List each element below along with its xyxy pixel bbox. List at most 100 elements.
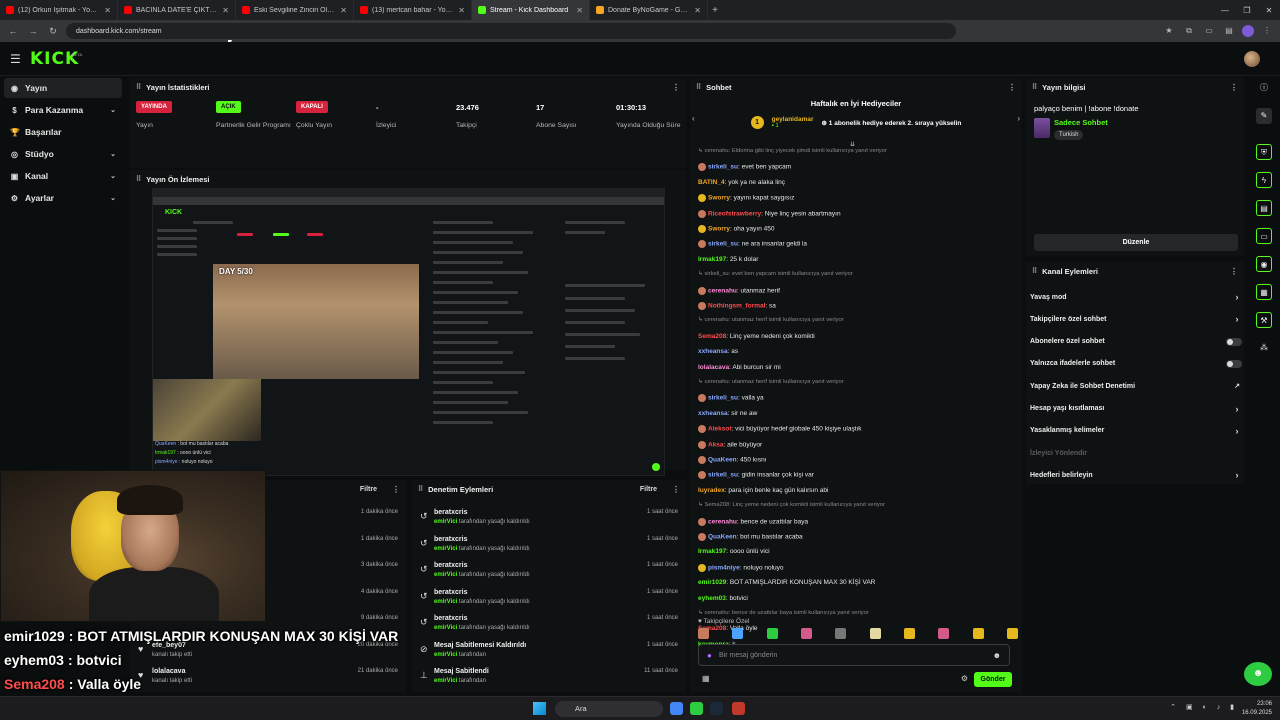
chat-message[interactable]: Sworry: oha yayın 450 bbox=[698, 225, 775, 233]
chat-username[interactable]: luyradex bbox=[698, 487, 725, 494]
forward-icon[interactable]: → bbox=[26, 26, 40, 36]
chat-message[interactable]: Sworry: yayını kapat saygısız bbox=[698, 194, 794, 203]
filter-button[interactable]: Filtre bbox=[360, 486, 377, 493]
emote-icon[interactable] bbox=[800, 628, 812, 639]
drag-handle-icon[interactable]: ⠿ bbox=[418, 485, 423, 493]
chrome-icon[interactable] bbox=[670, 702, 683, 715]
taskbar-clock[interactable]: 23:06 16.09.2025 bbox=[1242, 700, 1272, 718]
chat-username[interactable]: BATIN_4 bbox=[698, 179, 725, 186]
channel-action-row[interactable]: Takipçilere özel sohbet › bbox=[1030, 308, 1242, 330]
info-icon[interactable]: ⓘ bbox=[1256, 80, 1272, 96]
chat-username[interactable]: xxheansa bbox=[698, 410, 728, 417]
chat-message[interactable]: BATIN_4: yok ya ne alaka linç bbox=[698, 179, 785, 186]
chat-icon[interactable]: ▭ bbox=[1256, 228, 1272, 244]
chat-message[interactable]: sirkeli_su: ne ara insanlar geldi la bbox=[698, 240, 807, 249]
chat-message[interactable]: QuaKeen: 450 kısnı bbox=[698, 456, 767, 464]
tab-close-icon[interactable]: ✕ bbox=[458, 6, 465, 15]
sidebar-item[interactable]: 🏆 Başarılar bbox=[4, 122, 122, 142]
chat-username[interactable]: Irmak197 bbox=[698, 548, 726, 555]
shield-icon[interactable]: ⛨ bbox=[1256, 144, 1272, 160]
chat-message[interactable]: cerenahu: utanmaz herif bbox=[698, 286, 780, 295]
chat-message[interactable]: QuaKeen: bot mu bastılar acaba bbox=[698, 533, 803, 541]
moderated-user[interactable]: beratxcris bbox=[434, 509, 467, 516]
chat-username[interactable]: Sworry bbox=[708, 195, 730, 202]
chat-username[interactable]: Sworry bbox=[708, 226, 730, 233]
chat-message[interactable]: Sema208: Linç yeme nedeni çok komikti bbox=[698, 333, 815, 340]
tab-close-icon[interactable]: ✕ bbox=[694, 6, 701, 15]
emote-icon[interactable] bbox=[938, 628, 950, 639]
chat-message[interactable]: sirkeli_su: gidin insanlar çok kişi var bbox=[698, 471, 814, 480]
sidebar-item[interactable]: $ Para Kazanma ⌄ bbox=[4, 100, 122, 120]
channel-action-row[interactable]: Yalnızca ifadelerle sohbet bbox=[1030, 353, 1242, 375]
support-chat-icon[interactable]: ☻ bbox=[1244, 662, 1272, 686]
tab-close-icon[interactable]: ✕ bbox=[104, 6, 111, 15]
bookmark-star-icon[interactable]: ★ bbox=[1162, 24, 1176, 38]
chat-username[interactable]: emir1029 bbox=[698, 579, 726, 586]
pinned-icon[interactable]: ⇊ bbox=[850, 141, 855, 148]
moderated-user[interactable]: beratxcris bbox=[434, 562, 467, 569]
profile-avatar[interactable] bbox=[1242, 25, 1254, 37]
chat-message-input[interactable]: ● Bir mesaj gönderin ☻ bbox=[698, 644, 1010, 666]
chat-message[interactable]: lolalacava: Abi burcun sir mi bbox=[698, 364, 781, 371]
channel-action-row[interactable]: Hesap yaşı kısıtlaması › bbox=[1030, 398, 1242, 420]
chat-username[interactable]: Aleksot bbox=[708, 426, 731, 433]
moderator-name[interactable]: emirVici bbox=[434, 625, 457, 631]
stream-preview-video[interactable]: KICK DAY 5/30 QuaKeen: bot mu bastılar … bbox=[152, 188, 665, 476]
chat-username[interactable]: Irmak197 bbox=[698, 256, 726, 263]
moderator-name[interactable]: emirVici bbox=[434, 599, 457, 605]
user-avatar[interactable] bbox=[1244, 51, 1260, 67]
toggle-switch[interactable] bbox=[1226, 337, 1242, 346]
chat-message[interactable]: sirkeli_su: valla ya bbox=[698, 394, 764, 403]
emote-icon[interactable] bbox=[903, 628, 915, 639]
chat-username[interactable]: lolalacava bbox=[698, 364, 729, 371]
chat-settings-icon[interactable]: ⚙ bbox=[961, 674, 968, 683]
emote-icon[interactable] bbox=[766, 628, 778, 639]
chevron-right-icon[interactable]: › bbox=[1017, 114, 1020, 123]
taskbar-search[interactable]: Ara bbox=[555, 701, 663, 717]
chat-message[interactable]: pism4niye: noluyo noluyo bbox=[698, 563, 784, 572]
browser-tab[interactable]: Stream - Kick Dashboard ✕ bbox=[472, 0, 590, 20]
chevron-left-icon[interactable]: ‹ bbox=[692, 114, 695, 123]
edit-icon[interactable]: ✎ bbox=[1256, 108, 1272, 124]
chat-username[interactable]: cerenahu bbox=[708, 287, 737, 294]
drag-handle-icon[interactable]: ⠿ bbox=[136, 175, 141, 183]
tab-close-icon[interactable]: ✕ bbox=[340, 6, 347, 15]
moderator-name[interactable]: emirVici bbox=[434, 652, 457, 658]
chat-username[interactable]: pism4niye bbox=[708, 565, 740, 572]
chat-message[interactable]: Irmak197: 25 k dolar bbox=[698, 256, 758, 263]
emote-icon[interactable] bbox=[972, 628, 984, 639]
browser-tab[interactable]: (12) Orkun Işıtmak - YouTube ✕ bbox=[0, 0, 118, 20]
moderated-user[interactable]: beratxcris bbox=[434, 589, 467, 596]
xbox-icon[interactable] bbox=[690, 702, 703, 715]
mic-icon[interactable]: ● bbox=[707, 651, 712, 660]
panel-menu-icon[interactable]: ⋮ bbox=[1230, 83, 1238, 92]
chat-username[interactable]: sirkeli_su bbox=[708, 164, 738, 171]
chat-username[interactable]: Sema208 bbox=[698, 333, 726, 340]
tab-close-icon[interactable]: ✕ bbox=[222, 6, 229, 15]
chat-message[interactable]: xxheansa: sir ne aw bbox=[698, 410, 757, 417]
document-icon[interactable]: ▤ bbox=[1256, 200, 1272, 216]
obs-icon[interactable] bbox=[732, 702, 745, 715]
channel-action-row[interactable]: Yavaş mod › bbox=[1030, 286, 1242, 308]
panel-menu-icon[interactable]: ⋮ bbox=[672, 485, 680, 494]
menu-kebab-icon[interactable]: ⋮ bbox=[1260, 24, 1274, 38]
chat-message[interactable]: sirkeli_su: evet ben yapcam bbox=[698, 163, 791, 172]
emote-icon[interactable] bbox=[698, 628, 709, 639]
toggle-switch[interactable] bbox=[1226, 359, 1242, 368]
edit-button[interactable]: Düzenle bbox=[1034, 234, 1238, 251]
chat-message[interactable]: eyhem03: botvici bbox=[698, 595, 748, 602]
filter-button[interactable]: Filtre bbox=[640, 486, 657, 493]
sidebar-item[interactable]: ⚙ Ayarlar ⌄ bbox=[4, 188, 122, 208]
sidebar-item[interactable]: ◉ Yayın bbox=[4, 78, 122, 98]
panel-menu-icon[interactable]: ⋮ bbox=[1230, 267, 1238, 276]
url-input[interactable]: dashboard.kick.com/stream bbox=[66, 23, 956, 39]
channel-action-row[interactable]: Yapay Zeka ile Sohbet Denetimi ↗ bbox=[1030, 375, 1242, 397]
send-button[interactable]: Gönder bbox=[974, 672, 1012, 687]
apps-icon[interactable]: ⁂ bbox=[1256, 340, 1272, 356]
cast-icon[interactable]: ▭ bbox=[1202, 24, 1216, 38]
browser-tab[interactable]: Eski Sevgiline Zinciri Olarak 30... ✕ bbox=[236, 0, 354, 20]
chat-username[interactable]: Nothingsm_formal bbox=[708, 303, 765, 310]
moderated-user[interactable]: beratxcris bbox=[434, 615, 467, 622]
gifter-name[interactable]: geylanidamar bbox=[772, 116, 814, 123]
panel-menu-icon[interactable]: ⋮ bbox=[392, 485, 400, 494]
